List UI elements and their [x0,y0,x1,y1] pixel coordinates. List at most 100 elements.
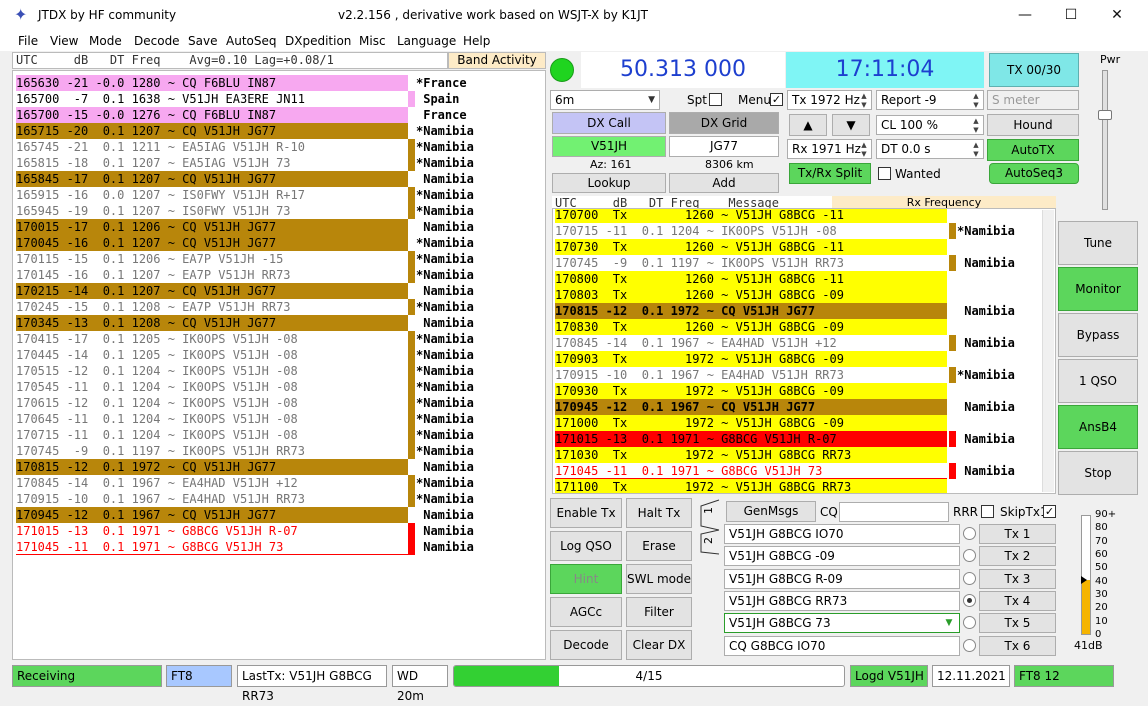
band-activity-list[interactable]: 165630 -21 -0.0 1280 ~ CQ F6BLU IN87 *Fra… [12,70,546,660]
tx1-message-field[interactable]: V51JH G8BCG IO70 [724,524,960,544]
dx-grid-button[interactable]: DX Grid [669,112,779,134]
band-activity-row[interactable]: 165915 -16 0.0 1207 ~ IS0FWY V51JH R+17 *… [16,187,544,203]
band-activity-row[interactable]: 170445 -14 0.1 1205 ~ IK0OPS V51JH -08 *N… [16,347,544,363]
band-activity-row[interactable]: 170115 -15 0.1 1206 ~ EA7P V51JH -15 *Nam… [16,251,544,267]
autoseq-button[interactable]: AutoSeq3 [989,163,1079,184]
band-activity-row[interactable]: 170415 -17 0.1 1205 ~ IK0OPS V51JH -08 *N… [16,331,544,347]
erase-button[interactable]: Erase [626,531,692,561]
band-activity-row[interactable]: 165700 -7 0.1 1638 ~ V51JH EA3ERE JN11 S… [16,91,544,107]
tune-button[interactable]: Tune [1058,221,1138,265]
band-activity-row[interactable]: 165630 -21 -0.0 1280 ~ CQ F6BLU IN87 *Fra… [16,75,544,91]
band-activity-row[interactable]: 170345 -13 0.1 1208 ~ CQ V51JH JG77 Nami… [16,315,544,331]
rx-frequency-row[interactable]: 170815 -12 0.1 1972 ~ CQ V51JH JG77 Nami… [555,303,1043,319]
stop-button[interactable]: Stop [1058,451,1138,495]
rx-frequency-row[interactable]: 170800 Tx 1260 ~ V51JH G8BCG -11 [555,271,1043,287]
rx-frequency-row[interactable]: 170715 -11 0.1 1204 ~ IK0OPS V51JH -08 *N… [555,223,1043,239]
rx-frequency-row[interactable]: 170845 -14 0.1 1967 ~ EA4HAD V51JH +12 N… [555,335,1043,351]
tx4-radio[interactable] [963,593,976,607]
decode-button[interactable]: Decode [550,630,622,660]
tx-rx-split-button[interactable]: Tx/Rx Split [789,163,871,184]
menu-help[interactable]: Help [463,34,490,48]
tx-counter-button[interactable]: TX 00/30 [989,53,1079,87]
freq-up-arrow-icon[interactable]: ▲ [789,114,827,136]
hint-button[interactable]: Hint [550,564,622,594]
monitor-button[interactable]: Monitor [1058,267,1138,311]
clear-dx-button[interactable]: Clear DX [626,630,692,660]
band-activity-row[interactable]: 165715 -20 0.1 1207 ~ CQ V51JH JG77 *Nami… [16,123,544,139]
dx-call-field[interactable]: V51JH [552,136,666,157]
report-spinbox[interactable]: Report -9 ▲ ▼ [876,90,984,110]
band-activity-row[interactable]: 170815 -12 0.1 1972 ~ CQ V51JH JG77 Nami… [16,459,544,475]
rx-frequency-row[interactable]: 171015 -13 0.1 1971 ~ G8BCG V51JH R-07 N… [555,431,1043,447]
band-activity-row[interactable]: 165815 -18 0.1 1207 ~ EA5IAG V51JH 73 *Na… [16,155,544,171]
rx-frequency-spinbox[interactable]: Rx 1971 Hz ▲ ▼ [787,139,872,159]
close-button[interactable]: ✕ [1094,0,1140,31]
menu-save[interactable]: Save [188,34,217,48]
tx-tab-selector[interactable]: 1 2 [697,498,721,556]
rx-frequency-row[interactable]: 170930 Tx 1972 ~ V51JH G8BCG -09 [555,383,1043,399]
band-activity-row[interactable]: 170245 -15 0.1 1208 ~ EA7P V51JH RR73 *Na… [16,299,544,315]
filter-button[interactable]: Filter [626,597,692,627]
dt-spinbox[interactable]: DT 0.0 s ▲ ▼ [876,139,984,159]
band-activity-row[interactable]: 170145 -16 0.1 1207 ~ EA7P V51JH RR73 *Na… [16,267,544,283]
band-activity-row[interactable]: 170215 -14 0.1 1207 ~ CQ V51JH JG77 Nami… [16,283,544,299]
tx2-message-field[interactable]: V51JH G8BCG -09 [724,546,960,567]
rx-frequency-row[interactable]: 171030 Tx 1972 ~ V51JH G8BCG RR73 [555,447,1043,463]
tx1-button[interactable]: Tx 1 [979,524,1056,544]
tx2-radio[interactable] [963,549,976,563]
tx2-button[interactable]: Tx 2 [979,546,1056,567]
power-slider-handle[interactable] [1098,110,1112,120]
tx6-radio[interactable] [963,638,976,652]
genmsgs-button[interactable]: GenMsgs [726,501,816,522]
band-activity-row[interactable]: 170015 -17 0.1 1206 ~ CQ V51JH JG77 Nami… [16,219,544,235]
rx-list-scrollbar[interactable] [1042,210,1054,492]
band-activity-row[interactable]: 171015 -13 0.1 1971 ~ G8BCG V51JH R-07 N… [16,523,544,539]
band-activity-row[interactable]: 170915 -10 0.1 1967 ~ EA4HAD V51JH RR73 *… [16,491,544,507]
bypass-button[interactable]: Bypass [1058,313,1138,357]
log-qso-button[interactable]: Log QSO [550,531,622,561]
band-select[interactable]: 6m ▼ [550,90,660,110]
tx5-message-field[interactable]: V51JH G8BCG 73 ▼ [724,613,960,634]
band-activity-row[interactable]: 170045 -16 0.1 1207 ~ CQ V51JH JG77 *Nami… [16,235,544,251]
menu-view[interactable]: View [50,34,78,48]
tx5-button[interactable]: Tx 5 [979,613,1056,634]
rrr-checkbox[interactable] [981,505,994,518]
band-activity-row[interactable]: 170645 -11 0.1 1204 ~ IK0OPS V51JH -08 *N… [16,411,544,427]
menu-language[interactable]: Language [397,34,456,48]
maximize-button[interactable]: ☐ [1048,0,1094,31]
band-activity-row[interactable]: 170515 -12 0.1 1204 ~ IK0OPS V51JH -08 *N… [16,363,544,379]
spt-checkbox[interactable] [709,93,722,106]
menu-mode[interactable]: Mode [89,34,122,48]
dx-call-button[interactable]: DX Call [552,112,666,134]
tx1-radio[interactable] [963,527,976,540]
freq-down-arrow-icon[interactable]: ▼ [832,114,870,136]
dial-frequency[interactable]: 50.313 000 [581,52,785,88]
band-activity-row[interactable]: 170945 -12 0.1 1967 ~ CQ V51JH JG77 Nami… [16,507,544,523]
rx-frequency-row[interactable]: 170745 -9 0.1 1197 ~ IK0OPS V51JH RR73 N… [555,255,1043,271]
rx-frequency-list[interactable]: 170700 Tx 1260 ~ V51JH G8BCG -11 170715 -… [552,208,1056,494]
autotx-button[interactable]: AutoTX [987,139,1079,161]
menu-misc[interactable]: Misc [359,34,386,48]
tx3-message-field[interactable]: V51JH G8BCG R-09 [724,568,960,589]
rx-frequency-row[interactable]: 171100 Tx 1972 ~ V51JH G8BCG RR73 [555,479,1043,493]
menu-dxpedition[interactable]: DXpedition [285,34,351,48]
rx-frequency-row[interactable]: 170700 Tx 1260 ~ V51JH G8BCG -11 [555,209,1043,223]
band-activity-row[interactable]: 170745 -9 0.1 1197 ~ IK0OPS V51JH RR73 *N… [16,443,544,459]
agcc-button[interactable]: AGCc [550,597,622,627]
1-qso-button[interactable]: 1 QSO [1058,359,1138,403]
tx4-message-field[interactable]: V51JH G8BCG RR73 [724,590,960,611]
rx-frequency-row[interactable]: 170730 Tx 1260 ~ V51JH G8BCG -11 [555,239,1043,255]
band-activity-row[interactable]: 171045 -11 0.1 1971 ~ G8BCG V51JH 73 Nam… [16,539,544,555]
tx-frequency-spinbox[interactable]: Tx 1972 Hz ▲ ▼ [787,90,872,110]
lookup-button[interactable]: Lookup [552,173,666,193]
rx-frequency-row[interactable]: 170830 Tx 1260 ~ V51JH G8BCG -09 [555,319,1043,335]
minimize-button[interactable]: — [1002,0,1048,31]
rx-frequency-row[interactable]: 170915 -10 0.1 1967 ~ EA4HAD V51JH RR73 *… [555,367,1043,383]
wanted-checkbox[interactable] [878,167,891,180]
menu-decode[interactable]: Decode [134,34,180,48]
rx-frequency-row[interactable]: 170945 -12 0.1 1967 ~ CQ V51JH JG77 Nami… [555,399,1043,415]
tx6-button[interactable]: Tx 6 [979,635,1056,656]
ansb4-button[interactable]: AnsB4 [1058,405,1138,449]
tx5-radio[interactable] [963,616,976,630]
band-activity-row[interactable]: 165745 -21 0.1 1211 ~ EA5IAG V51JH R-10 *… [16,139,544,155]
